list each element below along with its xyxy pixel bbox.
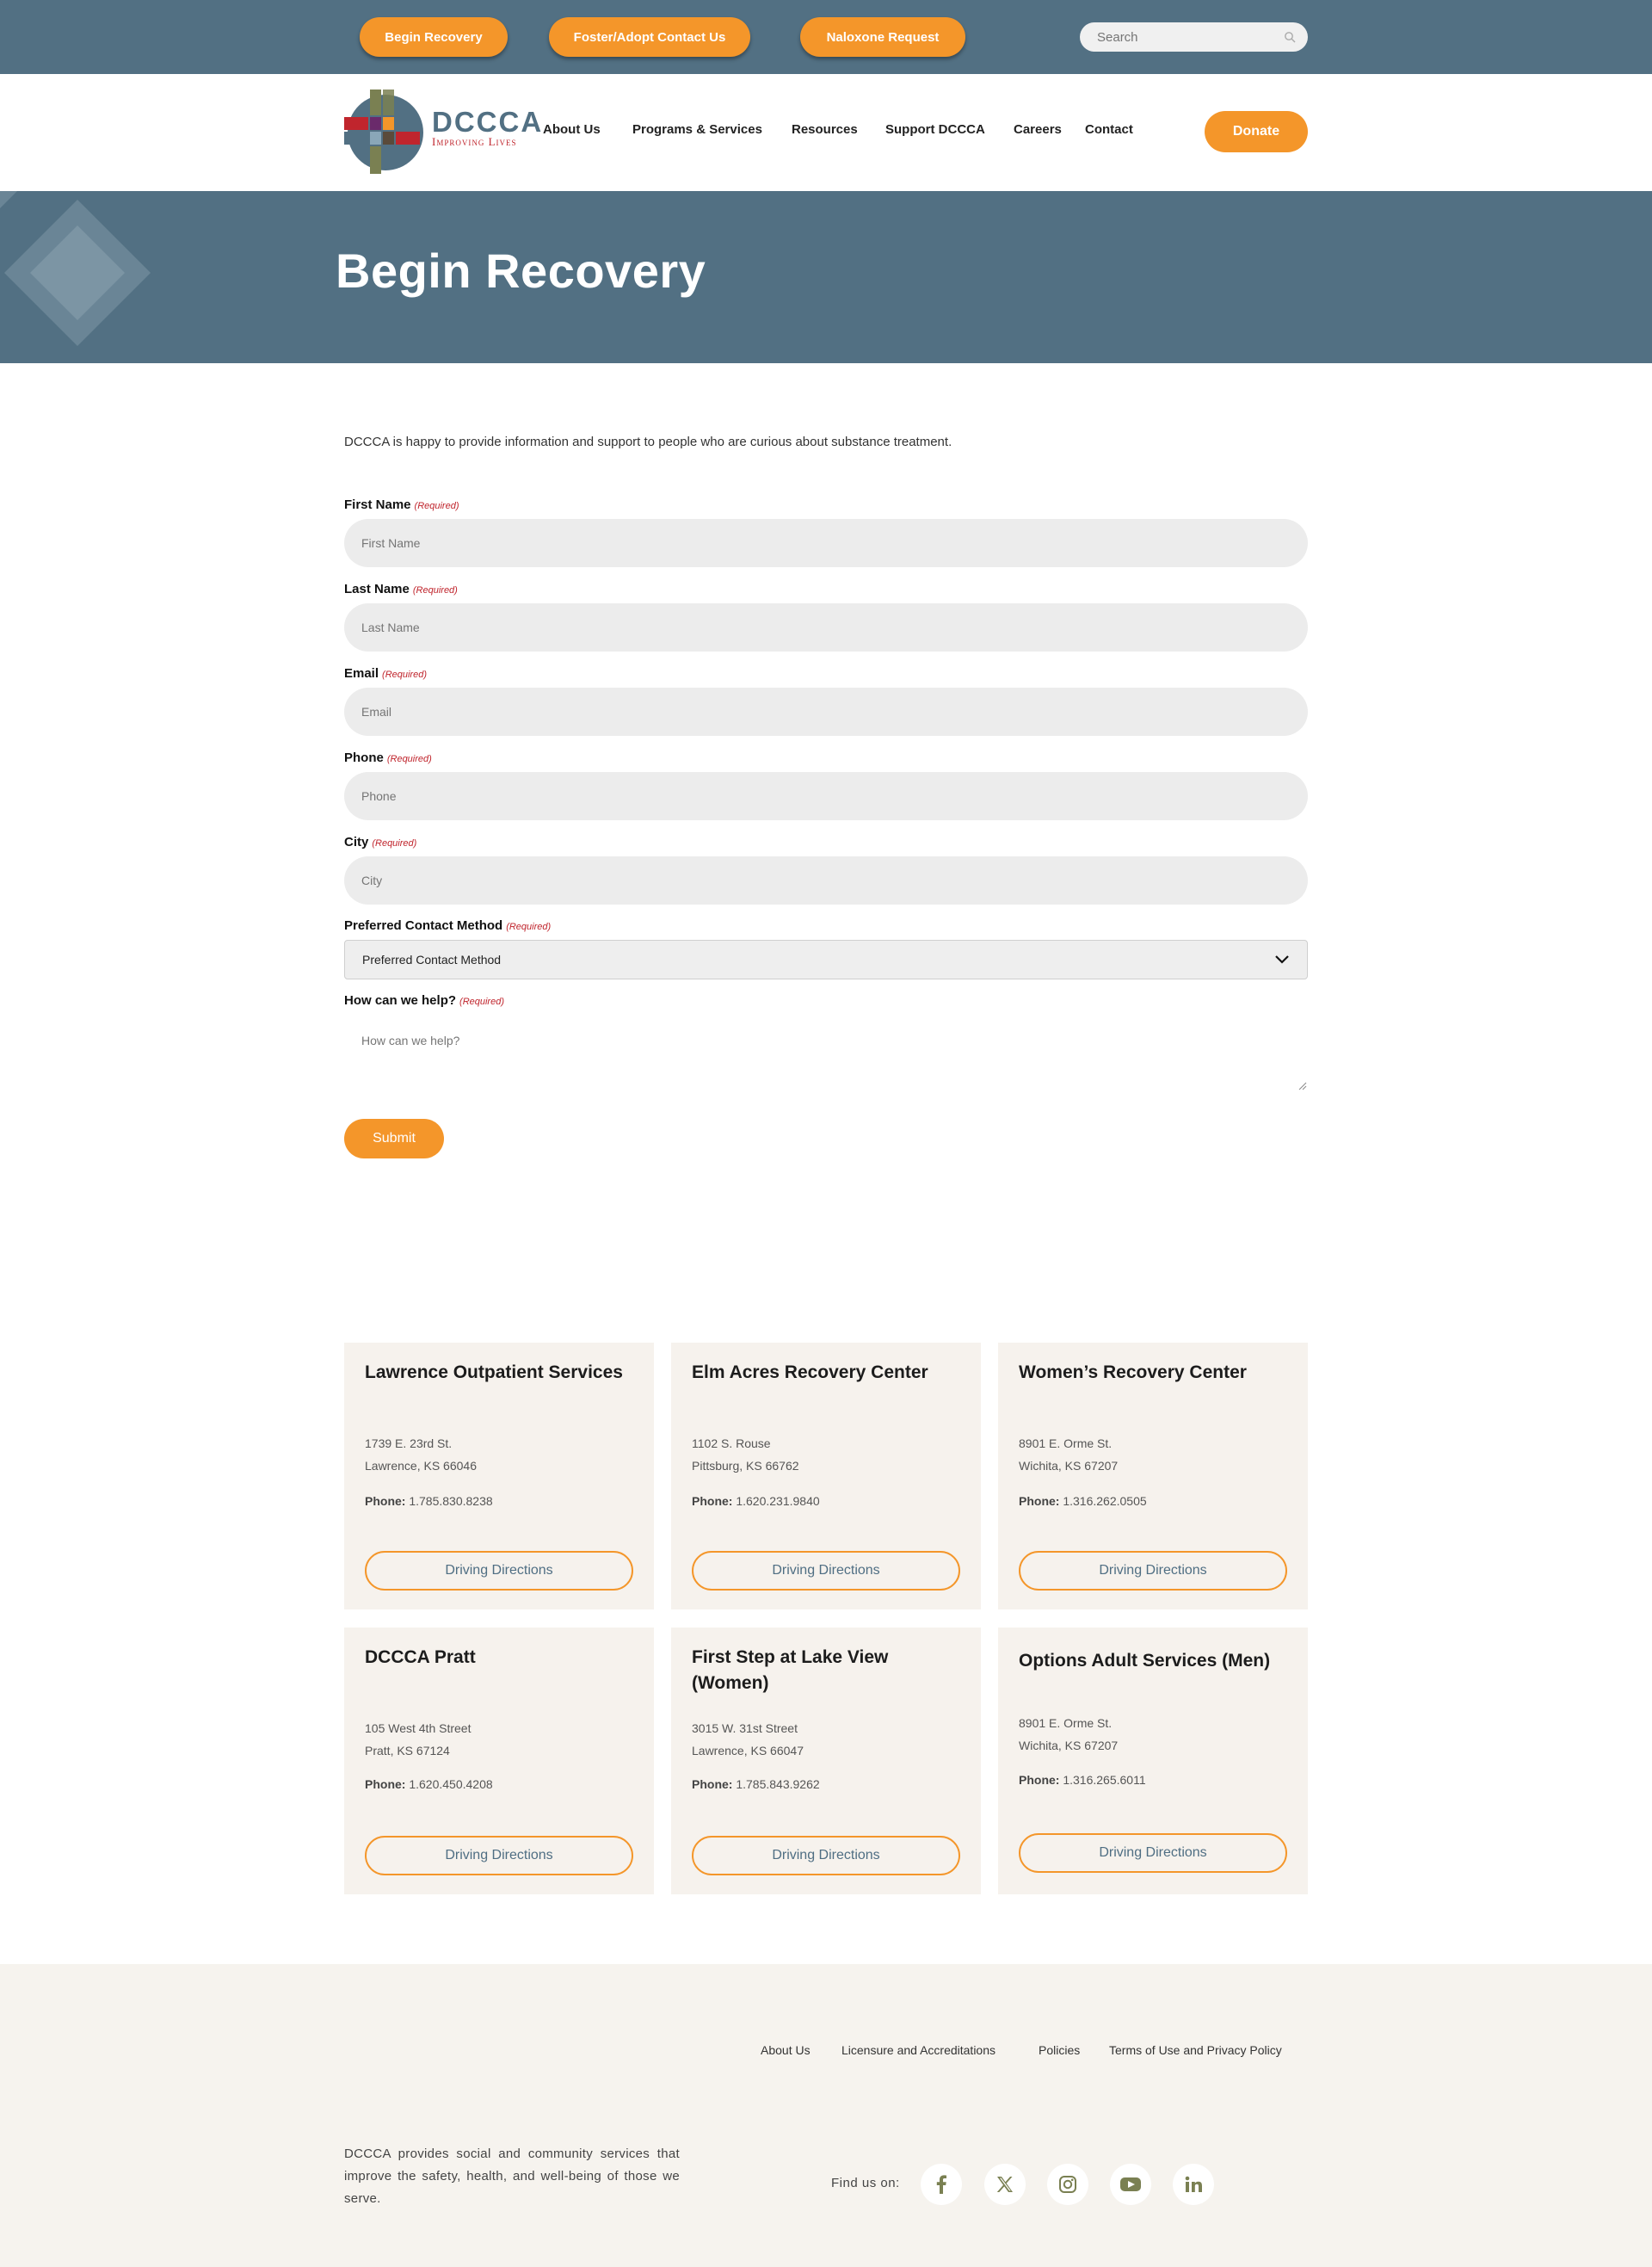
site-footer: About Us Licensure and Accreditations Po… <box>0 1964 1652 2267</box>
driving-directions-button[interactable]: Driving Directions <box>365 1836 633 1875</box>
location-phone: Phone: 1.785.843.9262 <box>692 1777 820 1791</box>
contact-method-select[interactable]: Preferred Contact Method <box>344 940 1308 979</box>
help-textarea[interactable] <box>344 1020 1308 1092</box>
logo-name: DCCCA <box>432 106 544 138</box>
foster-adopt-contact-button[interactable]: Foster/Adopt Contact Us <box>549 17 750 57</box>
driving-directions-button[interactable]: Driving Directions <box>1019 1833 1287 1873</box>
first-name-field[interactable] <box>344 519 1308 567</box>
youtube-icon[interactable] <box>1110 2164 1151 2205</box>
location-name: Options Adult Services (Men) <box>1019 1651 1271 1671</box>
location-address: 3015 W. 31st Street Lawrence, KS 66047 <box>692 1721 804 1757</box>
chevron-down-icon <box>1275 955 1289 964</box>
hero-diamond-decoration <box>0 191 151 346</box>
email-label: Email (Required) <box>344 666 427 681</box>
form-intro-text: DCCCA is happy to provide information an… <box>344 435 952 449</box>
begin-recovery-button[interactable]: Begin Recovery <box>360 17 508 57</box>
location-card: Elm Acres Recovery Center 1102 S. Rouse P… <box>671 1343 981 1609</box>
city-field[interactable] <box>344 856 1308 905</box>
page-hero-banner: Begin Recovery <box>0 191 1652 363</box>
help-label: How can we help? (Required) <box>344 993 504 1008</box>
location-card: Lawrence Outpatient Services 1739 E. 23r… <box>344 1343 654 1609</box>
contact-method-label: Preferred Contact Method (Required) <box>344 918 552 933</box>
submit-button[interactable]: Submit <box>344 1119 444 1158</box>
naloxone-request-button[interactable]: Naloxone Request <box>800 17 965 57</box>
x-icon[interactable] <box>984 2164 1026 2205</box>
donate-button[interactable]: Donate <box>1205 111 1308 152</box>
first-name-label: First Name (Required) <box>344 497 459 512</box>
search-box <box>1080 22 1308 52</box>
driving-directions-button[interactable]: Driving Directions <box>365 1551 633 1591</box>
location-name: Lawrence Outpatient Services <box>365 1362 623 1382</box>
location-phone: Phone: 1.316.265.6011 <box>1019 1773 1146 1787</box>
page-title: Begin Recovery <box>336 244 706 298</box>
last-name-field[interactable] <box>344 603 1308 652</box>
location-phone: Phone: 1.785.830.8238 <box>365 1494 493 1508</box>
footer-description: DCCCA provides social and community serv… <box>344 2147 680 2206</box>
location-address: 1102 S. Rouse Pittsburg, KS 66762 <box>692 1436 799 1473</box>
nav-contact[interactable]: Contact <box>1085 122 1133 137</box>
driving-directions-button[interactable]: Driving Directions <box>1019 1551 1287 1591</box>
textarea-resize-handle-icon[interactable] <box>1298 1082 1307 1090</box>
logo-wordmark[interactable]: DCCCA Improving Lives <box>432 108 543 148</box>
footer-link-policies[interactable]: Policies <box>1039 2043 1080 2057</box>
phone-label: Phone (Required) <box>344 751 432 765</box>
location-name: Women’s Recovery Center <box>1019 1362 1247 1382</box>
top-utility-bar: Begin Recovery Foster/Adopt Contact Us N… <box>0 0 1652 74</box>
search-icon[interactable] <box>1284 31 1296 43</box>
location-card: DCCCA Pratt 105 West 4th Street Pratt, KS… <box>344 1628 654 1894</box>
contact-method-selected-value: Preferred Contact Method <box>362 953 502 967</box>
location-phone: Phone: 1.316.262.0505 <box>1019 1494 1147 1508</box>
location-card: First Step at Lake View (Women) 3015 W. … <box>671 1628 981 1894</box>
phone-field[interactable] <box>344 772 1308 820</box>
nav-programs-services[interactable]: Programs & Services <box>632 122 762 137</box>
nav-resources[interactable]: Resources <box>792 122 858 137</box>
location-phone: Phone: 1.620.450.4208 <box>365 1777 493 1791</box>
nav-about-us[interactable]: About Us <box>543 122 601 137</box>
find-us-label: Find us on: <box>831 2176 900 2190</box>
location-address: 105 West 4th Street Pratt, KS 67124 <box>365 1721 472 1757</box>
instagram-icon[interactable] <box>1047 2164 1088 2205</box>
email-field[interactable] <box>344 688 1308 736</box>
site-header: DCCCA Improving Lives About Us Programs … <box>0 74 1652 191</box>
dccca-logo-mark[interactable] <box>344 90 430 176</box>
location-name: DCCCA Pratt <box>365 1647 476 1667</box>
driving-directions-button[interactable]: Driving Directions <box>692 1551 960 1591</box>
location-name: First Step at Lake View (Women) <box>692 1647 889 1693</box>
linkedin-icon[interactable] <box>1173 2164 1214 2205</box>
location-name: Elm Acres Recovery Center <box>692 1362 928 1382</box>
nav-careers[interactable]: Careers <box>1014 122 1062 137</box>
nav-support-dccca[interactable]: Support DCCCA <box>885 122 985 137</box>
location-card: Options Adult Services (Men) 8901 E. Orm… <box>998 1628 1308 1894</box>
logo-tagline: Improving Lives <box>432 135 517 148</box>
facebook-icon[interactable] <box>921 2164 962 2205</box>
location-address: 8901 E. Orme St. Wichita, KS 67207 <box>1019 1716 1119 1752</box>
search-input[interactable] <box>1097 29 1284 45</box>
footer-link-licensure[interactable]: Licensure and Accreditations <box>841 2043 996 2057</box>
location-address: 8901 E. Orme St. Wichita, KS 67207 <box>1019 1436 1119 1473</box>
location-address: 1739 E. 23rd St. Lawrence, KS 66046 <box>365 1436 477 1473</box>
footer-link-about-us[interactable]: About Us <box>761 2043 811 2057</box>
driving-directions-button[interactable]: Driving Directions <box>692 1836 960 1875</box>
location-card: Women’s Recovery Center 8901 E. Orme St.… <box>998 1343 1308 1609</box>
location-phone: Phone: 1.620.231.9840 <box>692 1494 820 1508</box>
last-name-label: Last Name (Required) <box>344 582 458 596</box>
city-label: City (Required) <box>344 835 417 849</box>
footer-link-terms-privacy[interactable]: Terms of Use and Privacy Policy <box>1109 2043 1282 2057</box>
